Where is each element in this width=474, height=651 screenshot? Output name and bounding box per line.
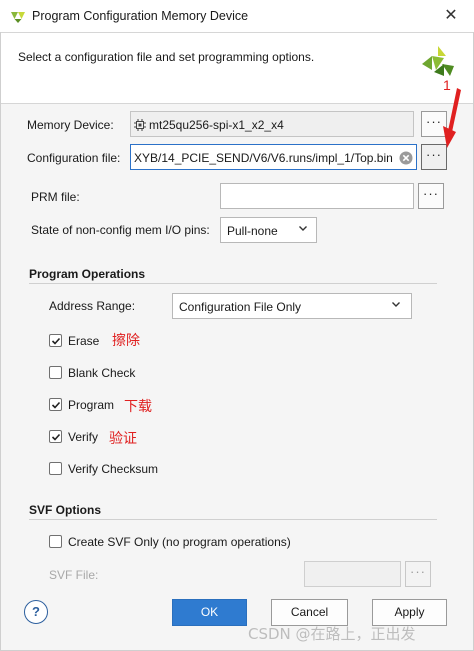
verify-checksum-label[interactable]: Verify Checksum	[68, 462, 158, 476]
title-bar: Program Configuration Memory Device ✕	[0, 0, 474, 32]
svf-file-input	[304, 561, 401, 587]
prm-file-input[interactable]	[220, 183, 414, 209]
apply-button[interactable]: Apply	[372, 599, 447, 626]
xilinx-logo-icon	[422, 46, 454, 76]
close-button[interactable]: ✕	[440, 6, 462, 26]
erase-checkbox[interactable]	[49, 334, 62, 347]
program-checkbox[interactable]	[49, 398, 62, 411]
verify-checkbox[interactable]	[49, 430, 62, 443]
address-range-value: Configuration File Only	[179, 300, 302, 314]
chevron-down-icon	[392, 302, 400, 307]
erase-label[interactable]: Erase	[68, 334, 99, 348]
configuration-file-value: XYB/14_PCIE_SEND/V6/V6.runs/impl_1/Top.b…	[134, 151, 393, 165]
ok-button[interactable]: OK	[172, 599, 247, 626]
prm-file-browse-button[interactable]: ···	[418, 183, 444, 209]
annotation-arrow-icon	[443, 88, 461, 148]
create-svf-only-checkbox[interactable]	[49, 535, 62, 548]
window-title: Program Configuration Memory Device	[32, 9, 249, 23]
svf-options-title: SVF Options	[29, 503, 101, 517]
clear-icon[interactable]	[399, 151, 413, 165]
prm-file-label: PRM file:	[31, 190, 80, 204]
program-annotation: 下载	[124, 399, 152, 415]
verify-annotation: 验证	[109, 431, 137, 447]
memory-device-value: mt25qu256-spi-x1_x2_x4	[149, 118, 284, 132]
section-divider	[29, 283, 437, 284]
section-divider	[29, 519, 437, 520]
checkmark-icon	[51, 337, 61, 345]
watermark-text: CSDN @在路上，正出发	[248, 625, 416, 643]
header-instruction: Select a configuration file and set prog…	[18, 50, 315, 64]
dialog-header	[1, 32, 473, 104]
non-config-pins-label: State of non-config mem I/O pins:	[31, 223, 210, 237]
blank-check-checkbox[interactable]	[49, 366, 62, 379]
blank-check-label[interactable]: Blank Check	[68, 366, 135, 380]
address-range-label: Address Range:	[49, 299, 136, 313]
memory-device-field: mt25qu256-spi-x1_x2_x4	[130, 111, 414, 137]
create-svf-only-label[interactable]: Create SVF Only (no program operations)	[68, 535, 291, 549]
cancel-button[interactable]: Cancel	[271, 599, 348, 626]
verify-label[interactable]: Verify	[68, 430, 98, 444]
configuration-file-label: Configuration file:	[27, 151, 121, 165]
non-config-pins-value: Pull-none	[227, 224, 278, 238]
memory-device-label: Memory Device:	[27, 118, 114, 132]
program-label[interactable]: Program	[68, 398, 114, 412]
verify-checksum-checkbox[interactable]	[49, 462, 62, 475]
checkmark-icon	[51, 433, 61, 441]
checkmark-icon	[51, 401, 61, 409]
configuration-file-input[interactable]: XYB/14_PCIE_SEND/V6/V6.runs/impl_1/Top.b…	[130, 144, 417, 170]
svf-file-label: SVF File:	[49, 568, 99, 582]
erase-annotation: 擦除	[112, 333, 140, 349]
address-range-select[interactable]: Configuration File Only	[172, 293, 412, 319]
program-operations-title: Program Operations	[29, 267, 146, 281]
chip-icon	[134, 119, 146, 131]
help-button[interactable]: ?	[24, 600, 48, 624]
svf-file-browse-button: ···	[405, 561, 431, 587]
chevron-down-icon	[299, 226, 307, 231]
vivado-app-icon	[11, 12, 25, 23]
non-config-pins-select[interactable]: Pull-none	[220, 217, 317, 243]
